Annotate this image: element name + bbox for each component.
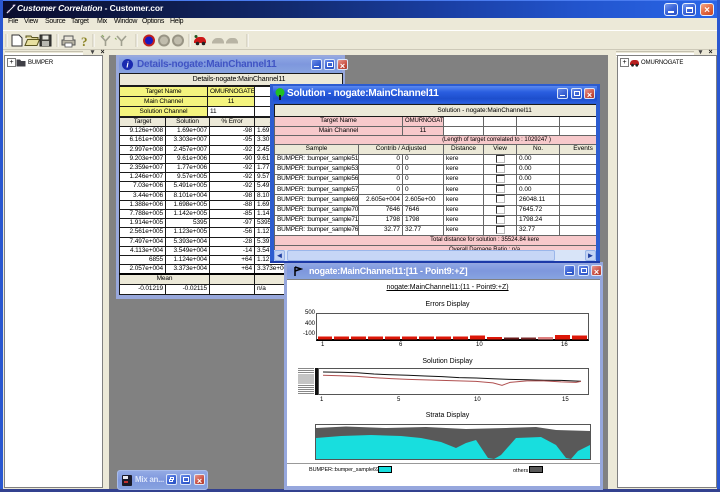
svg-text:?: ? — [81, 34, 88, 49]
